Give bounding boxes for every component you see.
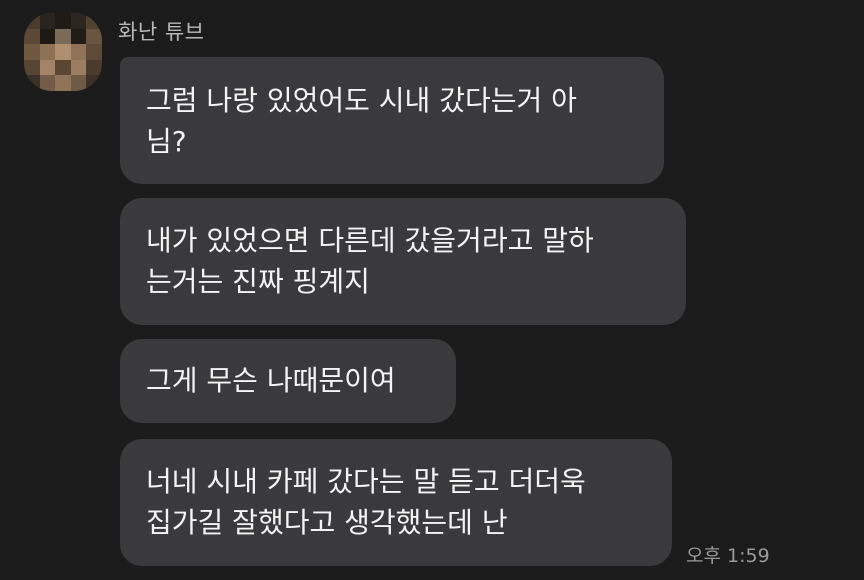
message-bubble[interactable]: 너네 시내 카페 갔다는 말 듣고 더더욱 집가길 잘했다고 생각했는데 난 — [120, 439, 672, 566]
avatar-pixel — [55, 59, 71, 76]
avatar-pixel — [55, 13, 71, 29]
avatar-pixel — [55, 28, 71, 45]
avatar-pixel — [86, 13, 102, 29]
avatar-pixel — [39, 44, 56, 60]
avatar-pixel — [55, 44, 71, 60]
avatar-pixel — [24, 75, 40, 91]
message-bubble[interactable]: 그게 무슨 나때문이여 — [120, 339, 456, 423]
avatar-pixel — [24, 44, 40, 60]
avatar-pixel — [70, 28, 87, 45]
avatar-pixel — [70, 44, 87, 60]
message-bubble[interactable]: 그럼 나랑 있었어도 시내 갔다는거 아 님? — [120, 57, 664, 184]
message-text-line: 집가길 잘했다고 생각했는데 난 — [146, 506, 508, 539]
message-text-line: 님? — [146, 125, 187, 158]
message-timestamp: 오후 1:59 — [686, 545, 770, 567]
avatar-pixel — [39, 59, 56, 76]
avatar-pixel — [86, 59, 102, 76]
message-text-line: 는거는 진짜 핑계지 — [146, 265, 370, 298]
message-text-line: 그럼 나랑 있었어도 시내 갔다는거 아 — [146, 84, 577, 117]
avatar-pixel — [39, 28, 56, 45]
message-bubble[interactable]: 내가 있었으면 다른데 갔을거라고 말하 는거는 진짜 핑계지 — [120, 198, 686, 325]
avatar-pixel — [86, 28, 102, 45]
avatar-pixel — [70, 59, 87, 76]
avatar-pixel — [55, 75, 71, 91]
message-text-line: 너네 시내 카페 갔다는 말 듣고 더더욱 — [146, 465, 586, 498]
avatar-pixel — [86, 75, 102, 91]
sender-name: 화난 튜브 — [118, 20, 205, 44]
avatar[interactable] — [24, 13, 102, 91]
avatar-pixel — [39, 75, 56, 91]
avatar-pixel — [24, 13, 40, 29]
message-text-line: 내가 있었으면 다른데 갔을거라고 말하 — [146, 224, 594, 257]
avatar-pixel — [86, 44, 102, 60]
avatar-pixel — [24, 59, 40, 76]
avatar-pixel — [24, 28, 40, 45]
message-text-line: 그게 무슨 나때문이여 — [146, 364, 396, 397]
avatar-pixel — [70, 75, 87, 91]
avatar-pixel — [39, 13, 56, 29]
avatar-pixel — [70, 13, 87, 29]
